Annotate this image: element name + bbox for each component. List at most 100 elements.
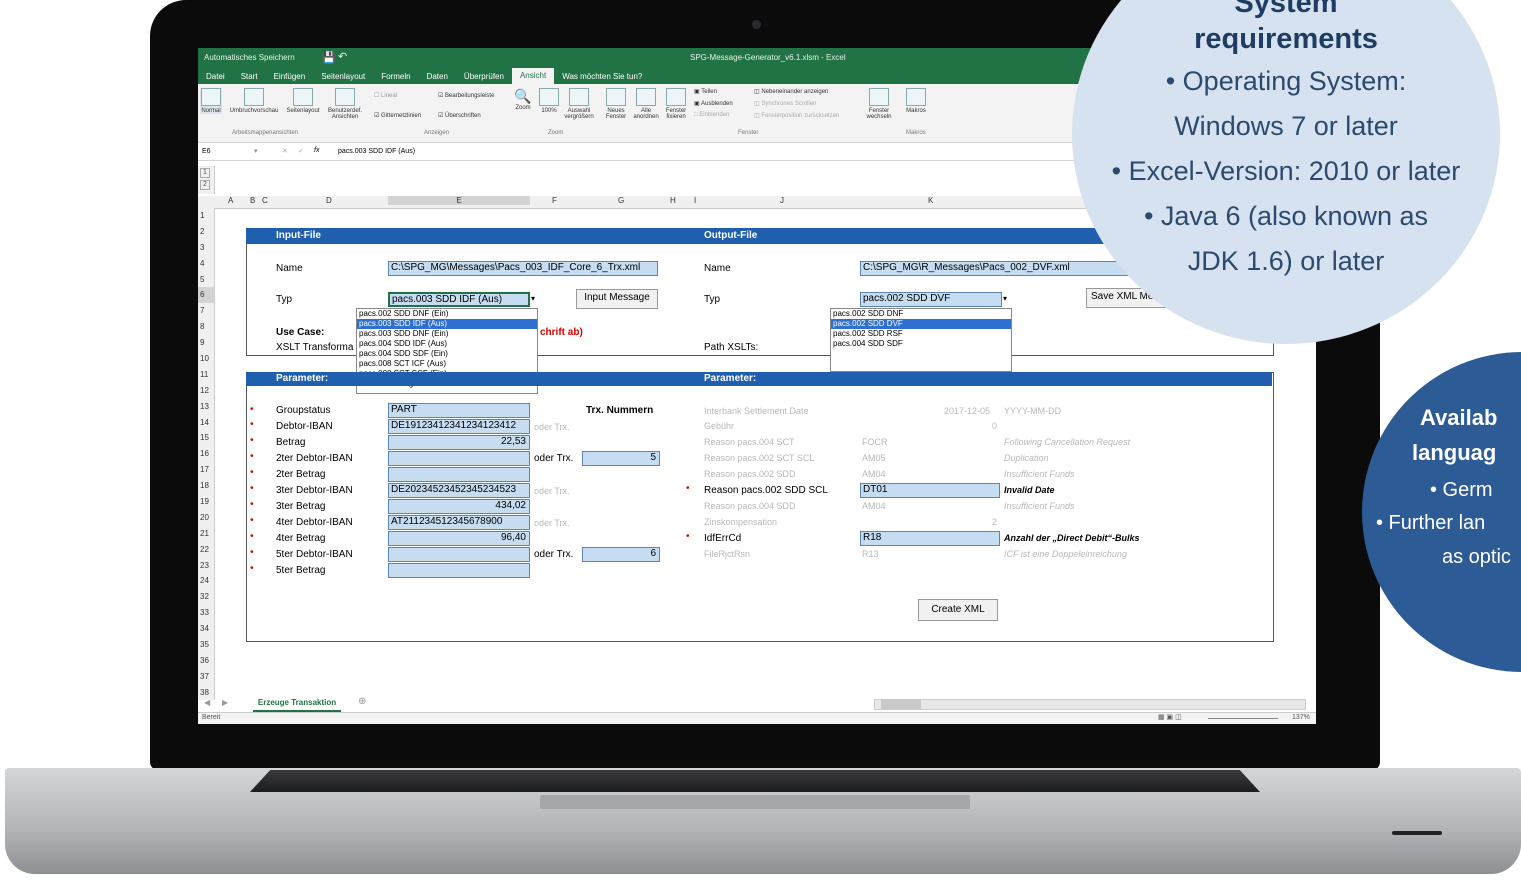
outline-level-1[interactable]: 1 bbox=[200, 168, 210, 178]
row-header[interactable]: 13 bbox=[198, 399, 214, 415]
tab-formeln[interactable]: Formeln bbox=[373, 72, 418, 81]
name-box[interactable]: E6 bbox=[202, 148, 211, 155]
formula-input[interactable]: pacs.003 SDD IDF (Aus) bbox=[338, 148, 415, 155]
row-header[interactable]: 33 bbox=[198, 605, 214, 621]
tab-daten[interactable]: Daten bbox=[419, 72, 456, 81]
column-header[interactable]: B bbox=[250, 196, 255, 205]
formula-bar-checkbox[interactable]: ☑ Bearbeitungsleiste bbox=[438, 92, 494, 99]
hide-button[interactable]: ▣ Ausblenden bbox=[694, 100, 733, 107]
row-header[interactable]: 8 bbox=[198, 319, 214, 335]
macros-button[interactable]: Makros bbox=[902, 88, 930, 114]
output-typ-select[interactable]: pacs.002 SDD DVF bbox=[860, 292, 1002, 307]
new-window-button[interactable]: Neues Fenster bbox=[602, 88, 630, 120]
row-header[interactable]: 23 bbox=[198, 558, 214, 574]
tab-datei[interactable]: Datei bbox=[198, 72, 233, 81]
row-header[interactable]: 21 bbox=[198, 526, 214, 542]
sheet-nav-right-icon[interactable]: ▶ bbox=[222, 698, 228, 707]
side-by-side-button[interactable]: ◫ Nebeneinander anzeigen bbox=[754, 88, 828, 95]
row-header[interactable]: 10 bbox=[198, 351, 214, 367]
custom-views-button[interactable]: Benutzerdef. Ansichten bbox=[324, 88, 366, 120]
zoom-button[interactable]: 🔍 Zoom bbox=[512, 88, 534, 111]
chevron-down-icon[interactable]: ▾ bbox=[531, 294, 535, 303]
sheet-tab-erzeuge[interactable]: Erzeuge Transaktion bbox=[253, 696, 341, 712]
input-message-button[interactable]: Input Message bbox=[576, 289, 658, 309]
chevron-down-icon[interactable]: ▾ bbox=[1003, 294, 1007, 303]
row-header[interactable]: 7 bbox=[198, 303, 214, 319]
save-icon[interactable]: 💾 bbox=[322, 51, 336, 64]
unhide-button[interactable]: □ Einblenden bbox=[694, 112, 729, 118]
row-header[interactable]: 4 bbox=[198, 256, 214, 272]
switch-windows-button[interactable]: Fenster wechseln bbox=[862, 88, 896, 120]
create-xml-button[interactable]: Create XML bbox=[918, 599, 998, 621]
autosave-label[interactable]: Automatisches Speichern bbox=[204, 53, 295, 62]
trx-number-field[interactable]: 6 bbox=[582, 547, 660, 562]
headings-checkbox[interactable]: ☑ Überschriften bbox=[438, 112, 481, 119]
column-header[interactable]: A bbox=[228, 196, 233, 205]
zoom-100-button[interactable]: 100% bbox=[538, 88, 560, 114]
arrange-all-button[interactable]: Alle anordnen bbox=[632, 88, 660, 120]
column-header[interactable]: H bbox=[670, 196, 676, 205]
page-layout-button[interactable]: Seitenlayout bbox=[284, 88, 322, 114]
column-header[interactable]: I bbox=[694, 196, 696, 205]
column-header[interactable]: D bbox=[326, 196, 332, 205]
column-header[interactable]: C bbox=[262, 196, 268, 205]
param-value[interactable] bbox=[388, 451, 530, 466]
freeze-panes-button[interactable]: Fenster fixieren bbox=[662, 88, 690, 120]
param-value[interactable]: AT211234512345678900 bbox=[388, 515, 530, 530]
row-header[interactable]: 3 bbox=[198, 240, 214, 256]
dropdown-option-selected[interactable]: pacs.003 SDD IDF (Aus) bbox=[357, 319, 537, 329]
param-value[interactable]: DE20234523452345234523 bbox=[388, 483, 530, 498]
row-header[interactable]: 35 bbox=[198, 637, 214, 653]
input-name-field[interactable]: C:\SPG_MG\Messages\Pacs_003_IDF_Core_6_T… bbox=[388, 261, 658, 276]
tab-ansicht[interactable]: Ansicht bbox=[511, 68, 555, 84]
tab-einfuegen[interactable]: Einfügen bbox=[266, 72, 314, 81]
row-header[interactable]: 32 bbox=[198, 589, 214, 605]
row-header[interactable]: 24 bbox=[198, 573, 214, 589]
add-sheet-icon[interactable]: ⊕ bbox=[358, 696, 366, 707]
function-icon[interactable]: fx bbox=[314, 147, 319, 154]
sync-scroll-button[interactable]: ◫ Synchrones Scrollen bbox=[754, 100, 816, 107]
output-typ-dropdown[interactable]: pacs.002 SDD DNF pacs.002 SDD DVF pacs.0… bbox=[830, 308, 1012, 372]
row-header[interactable]: 12 bbox=[198, 383, 214, 399]
reset-window-button[interactable]: ◫ Fensterposition zurücksetzen bbox=[754, 112, 839, 119]
param-value[interactable] bbox=[388, 467, 530, 482]
row-header[interactable]: 11 bbox=[198, 367, 214, 383]
input-typ-select[interactable]: pacs.003 SDD IDF (Aus) bbox=[388, 292, 530, 307]
dropdown-option[interactable]: pacs.003 SDD DNF (Ein) bbox=[357, 329, 537, 339]
row-header[interactable]: 5 bbox=[198, 272, 214, 288]
dropdown-option[interactable]: pacs.002 SDD RSF bbox=[831, 329, 1011, 339]
column-header[interactable]: F bbox=[552, 196, 557, 205]
tell-me-search[interactable]: Was möchten Sie tun? bbox=[554, 72, 650, 81]
confirm-icon[interactable]: ✓ bbox=[298, 147, 304, 155]
row-header[interactable]: 2 bbox=[198, 224, 214, 240]
row-header[interactable]: 34 bbox=[198, 621, 214, 637]
row-header[interactable]: 15 bbox=[198, 430, 214, 446]
tab-start[interactable]: Start bbox=[233, 72, 266, 81]
gridlines-checkbox[interactable]: ☑ Gitternetzlinien bbox=[374, 112, 421, 119]
cancel-icon[interactable]: ✕ bbox=[282, 147, 288, 155]
normal-view-button[interactable]: Normal bbox=[200, 88, 222, 114]
param-value[interactable] bbox=[388, 547, 530, 562]
param-value[interactable]: PART bbox=[388, 403, 530, 418]
undo-icon[interactable]: ↶ bbox=[338, 50, 347, 63]
dropdown-option-selected[interactable]: pacs.002 SDD DVF bbox=[831, 319, 1011, 329]
tab-ueberpruefen[interactable]: Überprüfen bbox=[456, 72, 512, 81]
row-header[interactable]: 1 bbox=[198, 208, 214, 224]
scrollbar-thumb[interactable] bbox=[881, 700, 921, 709]
param-value[interactable]: 96,40 bbox=[388, 531, 530, 546]
zoom-selection-button[interactable]: Auswahl vergrößern bbox=[562, 88, 596, 120]
row-header[interactable]: 14 bbox=[198, 415, 214, 431]
row-header[interactable]: 22 bbox=[198, 542, 214, 558]
column-header-selected[interactable]: E bbox=[388, 196, 530, 205]
param-value[interactable]: R18 bbox=[860, 531, 1000, 546]
chevron-down-icon[interactable]: ▾ bbox=[254, 147, 258, 155]
row-header[interactable]: 16 bbox=[198, 446, 214, 462]
row-header[interactable]: 36 bbox=[198, 653, 214, 669]
column-header[interactable]: J bbox=[780, 196, 784, 205]
sheet-nav-left-icon[interactable]: ◀ bbox=[204, 698, 210, 707]
column-header[interactable]: K bbox=[928, 196, 933, 205]
view-mode-icons[interactable]: ▦ ▣ ◫ bbox=[1158, 713, 1182, 721]
param-value[interactable]: 434,02 bbox=[388, 499, 530, 514]
dropdown-option[interactable]: pacs.002 SDD DNF bbox=[831, 309, 1011, 319]
outline-level-2[interactable]: 2 bbox=[200, 180, 210, 190]
